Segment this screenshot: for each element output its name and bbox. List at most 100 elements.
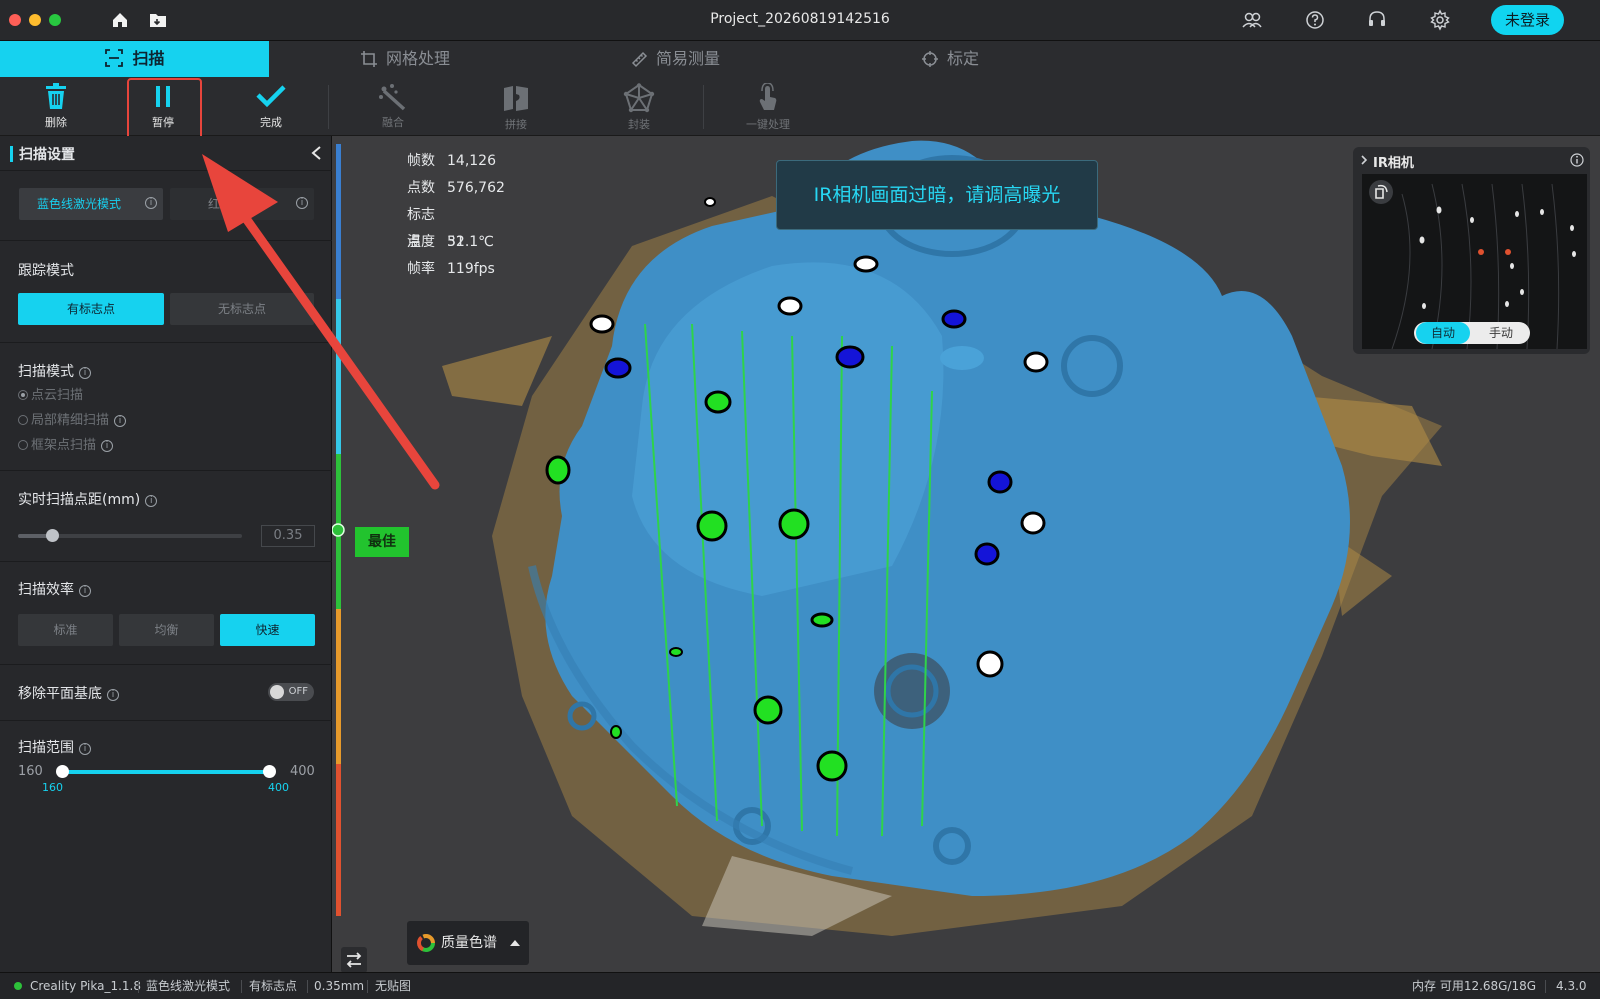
delete-button[interactable]: 删除	[26, 81, 86, 135]
scan-toolbar: 删除 暂停 完成 融合 拼接 封装 一键处理	[0, 77, 1600, 136]
remove-plane-title: 移除平面基底 i	[18, 683, 119, 703]
divider	[0, 720, 332, 721]
gauge-near-segment	[336, 764, 341, 916]
settings-gear-icon[interactable]	[1429, 9, 1451, 31]
done-button[interactable]: 完成	[241, 81, 301, 135]
stat-value: 32.1℃	[447, 234, 494, 250]
ir-exposure-mode-toggle: 自动 手动	[1414, 322, 1530, 344]
fuse-button[interactable]: 融合	[363, 81, 423, 135]
scan-frame-icon	[105, 49, 124, 67]
point-distance-title-text: 实时扫描点距(mm)	[18, 492, 141, 508]
status-memory: 内存 可用12.68G/18G	[1412, 979, 1537, 993]
quality-color-map-dropdown[interactable]: 质量色谱	[407, 921, 529, 965]
efficiency-title-text: 扫描效率	[18, 582, 74, 598]
radio-local-fine[interactable]: 局部精细扫描 i	[18, 409, 127, 428]
status-bar: Creality Pika_1.1.8 蓝色线激光模式 有标志点 0.35mm …	[0, 972, 1600, 999]
tab-scan[interactable]: 扫描	[0, 41, 269, 77]
point-distance-slider-track[interactable]	[18, 529, 242, 542]
info-icon[interactable]	[1570, 153, 1584, 167]
info-icon[interactable]: i	[79, 743, 91, 755]
fuse-wand-icon	[379, 84, 406, 111]
info-icon[interactable]: i	[145, 197, 157, 209]
radio-point-cloud[interactable]: 点云扫描	[18, 384, 83, 403]
tab-simple-measure[interactable]: 简易测量	[610, 41, 740, 77]
stitch-icon	[504, 86, 528, 111]
window-title: Project_20260819142516	[710, 11, 890, 27]
stat-value: 14,126	[447, 153, 496, 169]
gauge-segment	[336, 609, 341, 764]
caret-up-icon	[510, 940, 520, 946]
login-button[interactable]: 未登录	[1491, 5, 1564, 35]
minimize-window-button[interactable]	[29, 14, 41, 26]
ir-camera-title: IR相机	[1373, 156, 1414, 171]
mesh-encapsulate-icon	[623, 83, 655, 113]
info-icon[interactable]: i	[101, 440, 114, 452]
palette-label: 质量色谱	[441, 935, 497, 951]
info-icon[interactable]: i	[114, 415, 127, 427]
maximize-window-button[interactable]	[49, 14, 61, 26]
rotate-camera-icon[interactable]	[1368, 179, 1394, 205]
title-accent-bar	[10, 146, 13, 162]
fuse-label: 融合	[382, 116, 404, 129]
radio-icon	[18, 440, 28, 450]
expand-chevron-icon[interactable]	[1360, 154, 1368, 166]
help-icon[interactable]	[1304, 9, 1326, 31]
info-icon[interactable]: i	[79, 367, 91, 379]
point-distance-input[interactable]: 0.35	[261, 525, 315, 547]
exposure-auto-button[interactable]: 自动	[1416, 322, 1470, 344]
efficiency-fast-button[interactable]: 快速	[220, 614, 315, 646]
project-folder-icon[interactable]	[148, 10, 168, 30]
distance-best-label: 最佳	[355, 527, 409, 557]
divider	[0, 664, 332, 665]
scan-range-slider-track[interactable]	[62, 770, 270, 774]
status-point-distance: 0.35mm	[314, 979, 365, 993]
close-window-button[interactable]	[9, 14, 21, 26]
info-icon[interactable]: i	[145, 495, 158, 507]
status-divider	[138, 980, 139, 993]
divider	[0, 561, 332, 562]
encapsulate-label: 封装	[628, 118, 650, 131]
efficiency-standard-button[interactable]: 标准	[18, 614, 113, 646]
tab-calibration[interactable]: 标定	[900, 41, 1000, 77]
status-tracking: 有标志点	[249, 979, 298, 993]
with-markers-button[interactable]: 有标志点	[18, 293, 164, 325]
status-divider	[367, 980, 368, 993]
exposure-warning-toast: IR相机画面过暗，请调高曝光	[776, 160, 1098, 230]
range-high-thumb[interactable]	[263, 765, 276, 778]
tab-label: 扫描	[132, 49, 165, 68]
stat-value: 576,762	[447, 180, 505, 196]
community-icon[interactable]	[1241, 9, 1263, 31]
support-headset-icon[interactable]	[1366, 9, 1388, 31]
toolbar-divider	[703, 85, 704, 129]
done-label: 完成	[260, 116, 282, 129]
encapsulate-button[interactable]: 封装	[609, 81, 669, 135]
remove-plane-title-text: 移除平面基底	[18, 686, 102, 702]
radio-selected-icon	[18, 390, 28, 400]
radio-icon	[18, 415, 28, 425]
efficiency-balanced-button[interactable]: 均衡	[119, 614, 214, 646]
blue-laser-mode-button[interactable]: 蓝色线激光模式 i	[19, 188, 163, 220]
home-icon[interactable]	[110, 10, 130, 30]
info-icon[interactable]: i	[107, 689, 119, 701]
stitch-button[interactable]: 拼接	[486, 81, 546, 135]
exposure-manual-button[interactable]: 手动	[1474, 322, 1528, 344]
blue-laser-label: 蓝色线激光模式	[37, 197, 122, 211]
main-tabs: 扫描 网格处理 简易测量 标定	[0, 41, 1600, 77]
toolbar-divider	[328, 85, 329, 129]
scan-mode-title-text: 扫描模式	[18, 364, 74, 380]
radio-frame-points[interactable]: 框架点扫描 i	[18, 434, 114, 453]
status-texture: 无贴图	[375, 979, 412, 993]
info-icon[interactable]: i	[79, 585, 91, 597]
swap-arrows-icon	[346, 952, 362, 968]
stat-value: 119fps	[447, 261, 495, 277]
app-version: Creality Pika_1.1.8	[30, 979, 142, 993]
scan-range-title-text: 扫描范围	[18, 740, 74, 756]
one-click-process-button[interactable]: 一键处理	[738, 81, 798, 135]
point-distance-slider-thumb[interactable]	[45, 529, 59, 542]
remove-plane-toggle[interactable]: OFF	[268, 683, 314, 701]
range-low-thumb[interactable]	[56, 765, 69, 778]
status-divider	[1545, 980, 1546, 993]
range-high-value: 400	[268, 781, 289, 794]
swap-view-button[interactable]	[341, 947, 367, 973]
tab-mesh-processing[interactable]: 网格处理	[340, 41, 470, 77]
